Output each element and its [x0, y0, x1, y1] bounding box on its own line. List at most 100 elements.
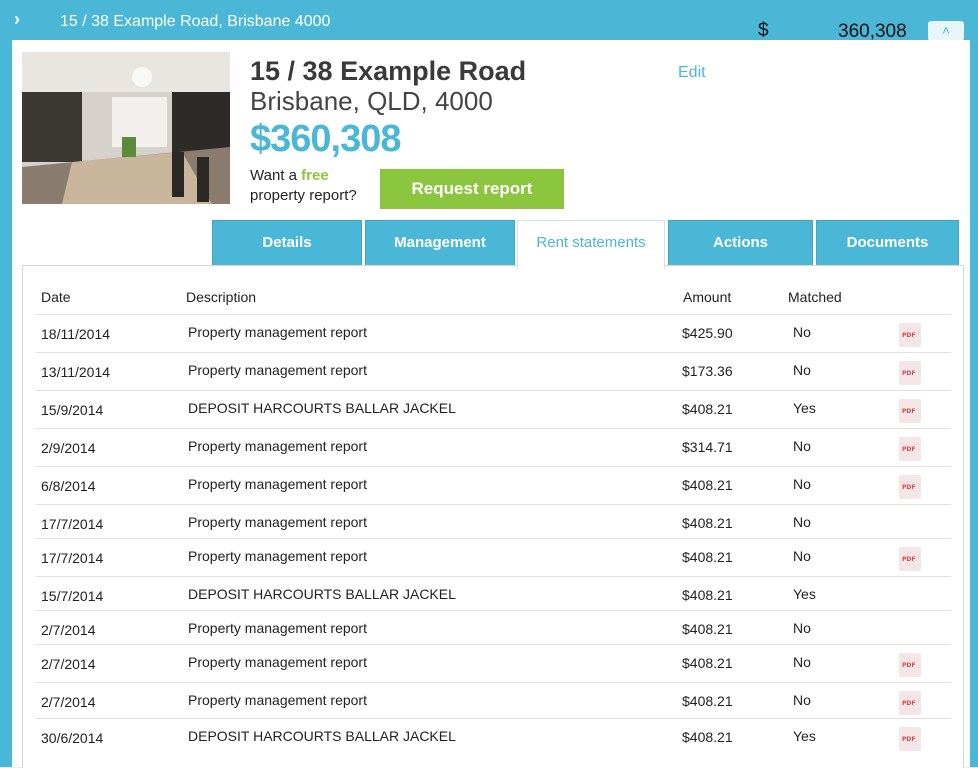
prompt-text-pre: Want a — [250, 167, 302, 184]
cell-amount: $408.21 — [682, 477, 733, 493]
tab-actions[interactable]: Actions — [668, 220, 813, 269]
cell-description: Property management report — [188, 514, 367, 530]
table-row[interactable]: 13/11/2014 Property management report $173… — [35, 352, 951, 391]
cell-date: 13/11/2014 — [41, 364, 111, 380]
cell-description: DEPOSIT HARCOURTS BALLAR JACKEL — [188, 586, 456, 602]
table-row[interactable]: 15/7/2014 DEPOSIT HARCOURTS BALLAR JACKEL… — [35, 576, 951, 611]
request-report-button[interactable]: Request report — [380, 169, 564, 209]
cell-description: Property management report — [188, 654, 367, 670]
cell-matched: No — [793, 476, 811, 492]
pdf-file-icon[interactable]: PDF — [899, 727, 921, 751]
cell-date: 17/7/2014 — [41, 550, 104, 566]
cell-amount: $408.21 — [682, 587, 733, 603]
table-row[interactable]: 18/11/2014 Property management report $425… — [35, 314, 951, 353]
property-panel: › 15 / 38 Example Road, Brisbane 4000 $ … — [0, 0, 978, 768]
cell-matched: No — [793, 654, 811, 670]
cell-description: Property management report — [188, 476, 367, 492]
cell-date: 2/9/2014 — [41, 440, 96, 456]
table-row[interactable]: 30/6/2014 DEPOSIT HARCOURTS BALLAR JACKEL… — [35, 718, 951, 757]
table-row[interactable]: 2/7/2014 Property management report $408.2… — [35, 610, 951, 645]
cell-amount: $314.71 — [682, 439, 733, 455]
pdf-icon-label: PDF — [902, 736, 916, 743]
tab-details[interactable]: Details — [212, 220, 362, 269]
header-currency: $ — [758, 20, 769, 41]
table-row[interactable]: 15/9/2014 DEPOSIT HARCOURTS BALLAR JACKEL… — [35, 390, 951, 429]
cell-amount: $408.21 — [682, 729, 733, 745]
col-header-date: Date — [41, 289, 71, 305]
property-locality: Brisbane, QLD, 4000 — [250, 86, 493, 116]
cell-matched: No — [793, 692, 811, 708]
table-row[interactable]: 17/7/2014 Property management report $408.… — [35, 504, 951, 539]
pdf-file-icon[interactable]: PDF — [899, 437, 921, 461]
cell-amount: $408.21 — [682, 693, 733, 709]
pdf-file-icon[interactable]: PDF — [899, 691, 921, 715]
cell-matched: No — [793, 620, 811, 636]
cell-amount: $173.36 — [682, 363, 733, 379]
cell-matched: No — [793, 514, 811, 530]
cell-date: 15/9/2014 — [41, 402, 104, 418]
rent-statements-table: Date Description Amount Matched 18/11/20… — [22, 265, 964, 768]
cell-amount: $425.90 — [682, 325, 733, 341]
table-row[interactable]: 6/8/2014 Property management report $408.2… — [35, 466, 951, 505]
pdf-file-icon[interactable]: PDF — [899, 547, 921, 571]
prompt-text-post: property report? — [250, 187, 357, 204]
cell-date: 2/7/2014 — [41, 622, 96, 638]
pdf-file-icon[interactable]: PDF — [899, 475, 921, 499]
cell-description: Property management report — [188, 692, 367, 708]
cell-description: DEPOSIT HARCOURTS BALLAR JACKEL — [188, 400, 456, 416]
chevron-right-icon[interactable]: › — [14, 9, 34, 29]
edit-link[interactable]: Edit — [678, 64, 706, 82]
cell-date: 2/7/2014 — [41, 694, 96, 710]
cell-matched: Yes — [793, 728, 816, 744]
chevron-up-icon[interactable]: ˄ — [928, 21, 964, 41]
cell-description: Property management report — [188, 620, 367, 636]
cell-matched: No — [793, 548, 811, 564]
panel-header[interactable]: › 15 / 38 Example Road, Brisbane 4000 $ … — [0, 0, 978, 42]
pdf-icon-label: PDF — [902, 408, 916, 415]
tab-rent-statements[interactable]: Rent statements — [517, 220, 665, 269]
cell-date: 17/7/2014 — [41, 516, 104, 532]
cell-description: Property management report — [188, 362, 367, 378]
pdf-icon-label: PDF — [902, 556, 916, 563]
property-card: 15 / 38 Example Road Brisbane, QLD, 4000… — [12, 40, 970, 768]
cell-matched: Yes — [793, 586, 816, 602]
cell-date: 2/7/2014 — [41, 656, 96, 672]
property-price: $360,308 — [250, 118, 401, 160]
prompt-free: free — [301, 167, 329, 184]
cell-amount: $408.21 — [682, 549, 733, 565]
col-header-description: Description — [186, 289, 257, 305]
pdf-icon-label: PDF — [902, 370, 916, 377]
cell-matched: No — [793, 438, 811, 454]
pdf-file-icon[interactable]: PDF — [899, 653, 921, 677]
pdf-icon-label: PDF — [902, 484, 916, 491]
pdf-icon-label: PDF — [902, 446, 916, 453]
col-header-matched: Matched — [788, 289, 842, 305]
cell-amount: $408.21 — [682, 655, 733, 671]
table-row[interactable]: 2/7/2014 Property management report $408.2… — [35, 682, 951, 719]
cell-description: DEPOSIT HARCOURTS BALLAR JACKEL — [188, 728, 456, 744]
cell-amount: $408.21 — [682, 515, 733, 531]
pdf-icon-label: PDF — [902, 662, 916, 669]
cell-amount: $408.21 — [682, 621, 733, 637]
cell-matched: No — [793, 362, 811, 378]
cell-date: 30/6/2014 — [41, 730, 104, 746]
cell-date: 18/11/2014 — [41, 326, 111, 342]
table-row[interactable]: 2/7/2014 Property management report $408.2… — [35, 644, 951, 683]
table-row[interactable]: 2/9/2014 Property management report $314.7… — [35, 428, 951, 467]
pdf-icon-label: PDF — [902, 700, 916, 707]
cell-description: Property management report — [188, 438, 367, 454]
free-report-prompt: Want a free property report? — [250, 166, 357, 206]
pdf-file-icon[interactable]: PDF — [899, 399, 921, 423]
property-title: 15 / 38 Example Road — [250, 56, 527, 86]
col-header-amount: Amount — [683, 289, 732, 305]
property-photo — [22, 52, 230, 204]
tab-management[interactable]: Management — [365, 220, 515, 269]
pdf-icon-label: PDF — [902, 332, 916, 339]
table-row[interactable]: 17/7/2014 Property management report $408.… — [35, 538, 951, 577]
cell-amount: $408.21 — [682, 401, 733, 417]
tab-documents[interactable]: Documents — [816, 220, 959, 269]
pdf-file-icon[interactable]: PDF — [899, 361, 921, 385]
cell-description: Property management report — [188, 324, 367, 340]
cell-description: Property management report — [188, 548, 367, 564]
pdf-file-icon[interactable]: PDF — [899, 323, 921, 347]
